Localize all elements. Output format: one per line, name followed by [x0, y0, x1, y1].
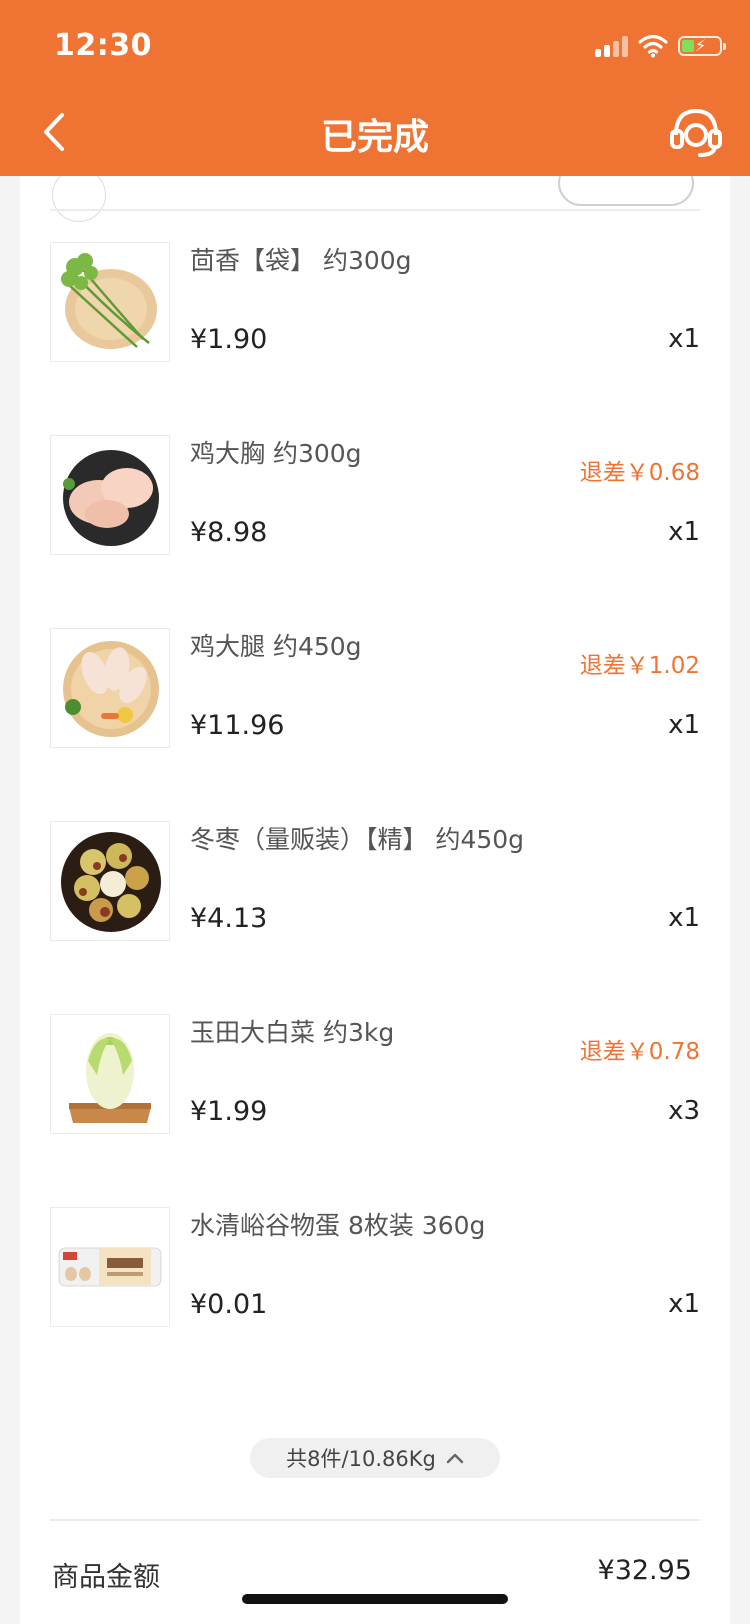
- product-image-egg-box: [50, 1207, 170, 1327]
- status-icons: ⚡: [595, 32, 726, 60]
- product-image-winter-jujube: [50, 821, 170, 941]
- product-price: ¥1.99: [190, 1096, 268, 1127]
- egg-box-image: [58, 1247, 162, 1287]
- order-items-card: 茴香【袋】 约300g ¥1.90 x1 鸡大胸 约300g 退差￥0.68 ¥…: [20, 150, 730, 1624]
- product-quantity: x1: [668, 903, 700, 933]
- order-item[interactable]: 鸡大腿 约450g 退差￥1.02 ¥11.96 x1: [50, 628, 700, 752]
- cellular-signal-icon: [595, 35, 628, 57]
- order-item[interactable]: 玉田大白菜 约3kg 退差￥0.78 ¥1.99 x3: [50, 1014, 700, 1138]
- order-detail-screen: 12:30 ⚡ 已完成 茴香【袋】 约300g ¥1.90 x1 鸡大胸 约30…: [0, 0, 750, 1624]
- goods-amount-label: 商品金额: [52, 1562, 160, 1593]
- product-price: ¥0.01: [190, 1289, 268, 1320]
- headset-icon: [670, 108, 722, 157]
- status-time: 12:30: [54, 28, 152, 63]
- winter-jujube-image: [61, 832, 161, 932]
- fennel-image: [61, 253, 157, 349]
- goods-amount-value: ¥32.95: [597, 1555, 692, 1586]
- battery-icon: ⚡: [678, 36, 726, 56]
- product-price: ¥8.98: [190, 517, 268, 548]
- product-quantity: x1: [668, 710, 700, 740]
- chicken-leg-image: [63, 641, 159, 737]
- refund-difference: 退差￥1.02: [579, 653, 700, 679]
- divider: [50, 1519, 700, 1521]
- divider: [50, 209, 700, 211]
- product-image-chicken-leg: [50, 628, 170, 748]
- product-name: 鸡大腿 约450g: [190, 632, 362, 661]
- product-quantity: x1: [668, 324, 700, 354]
- product-name: 茴香【袋】 约300g: [190, 246, 412, 275]
- refund-difference: 退差￥0.78: [579, 1039, 700, 1065]
- product-image-napa-cabbage: [50, 1014, 170, 1134]
- store-logo: [52, 168, 106, 222]
- napa-cabbage-image: [69, 1033, 151, 1123]
- item-summary-text: 共8件/10.86Kg: [286, 1447, 436, 1471]
- product-quantity: x3: [668, 1096, 700, 1126]
- product-image-fennel: [50, 242, 170, 362]
- product-price: ¥11.96: [190, 710, 285, 741]
- order-item[interactable]: 冬枣（量贩装）【精】 约450g ¥4.13 x1: [50, 821, 700, 945]
- product-price: ¥1.90: [190, 324, 268, 355]
- product-price: ¥4.13: [190, 903, 268, 934]
- app-header: 12:30 ⚡ 已完成: [0, 0, 750, 176]
- refund-difference: 退差￥0.68: [579, 460, 700, 486]
- product-name: 冬枣（量贩装）【精】 约450g: [190, 825, 525, 854]
- chicken-breast-image: [63, 450, 159, 546]
- product-name: 玉田大白菜 约3kg: [190, 1018, 395, 1047]
- order-item[interactable]: 茴香【袋】 约300g ¥1.90 x1: [50, 242, 700, 366]
- home-indicator[interactable]: [242, 1594, 508, 1604]
- wifi-icon: [638, 34, 668, 58]
- chevron-up-icon: [446, 1453, 464, 1464]
- product-image-chicken-breast: [50, 435, 170, 555]
- order-item[interactable]: 水清峪谷物蛋 8枚装 360g ¥0.01 x1: [50, 1207, 700, 1331]
- item-summary-toggle[interactable]: 共8件/10.86Kg: [250, 1438, 500, 1478]
- product-name: 水清峪谷物蛋 8枚装 360g: [190, 1211, 486, 1240]
- page-title: 已完成: [320, 117, 429, 158]
- customer-service-button[interactable]: [666, 104, 726, 160]
- product-quantity: x1: [668, 517, 700, 547]
- product-quantity: x1: [668, 1289, 700, 1319]
- product-name: 鸡大胸 约300g: [190, 439, 362, 468]
- order-item[interactable]: 鸡大胸 约300g 退差￥0.68 ¥8.98 x1: [50, 435, 700, 559]
